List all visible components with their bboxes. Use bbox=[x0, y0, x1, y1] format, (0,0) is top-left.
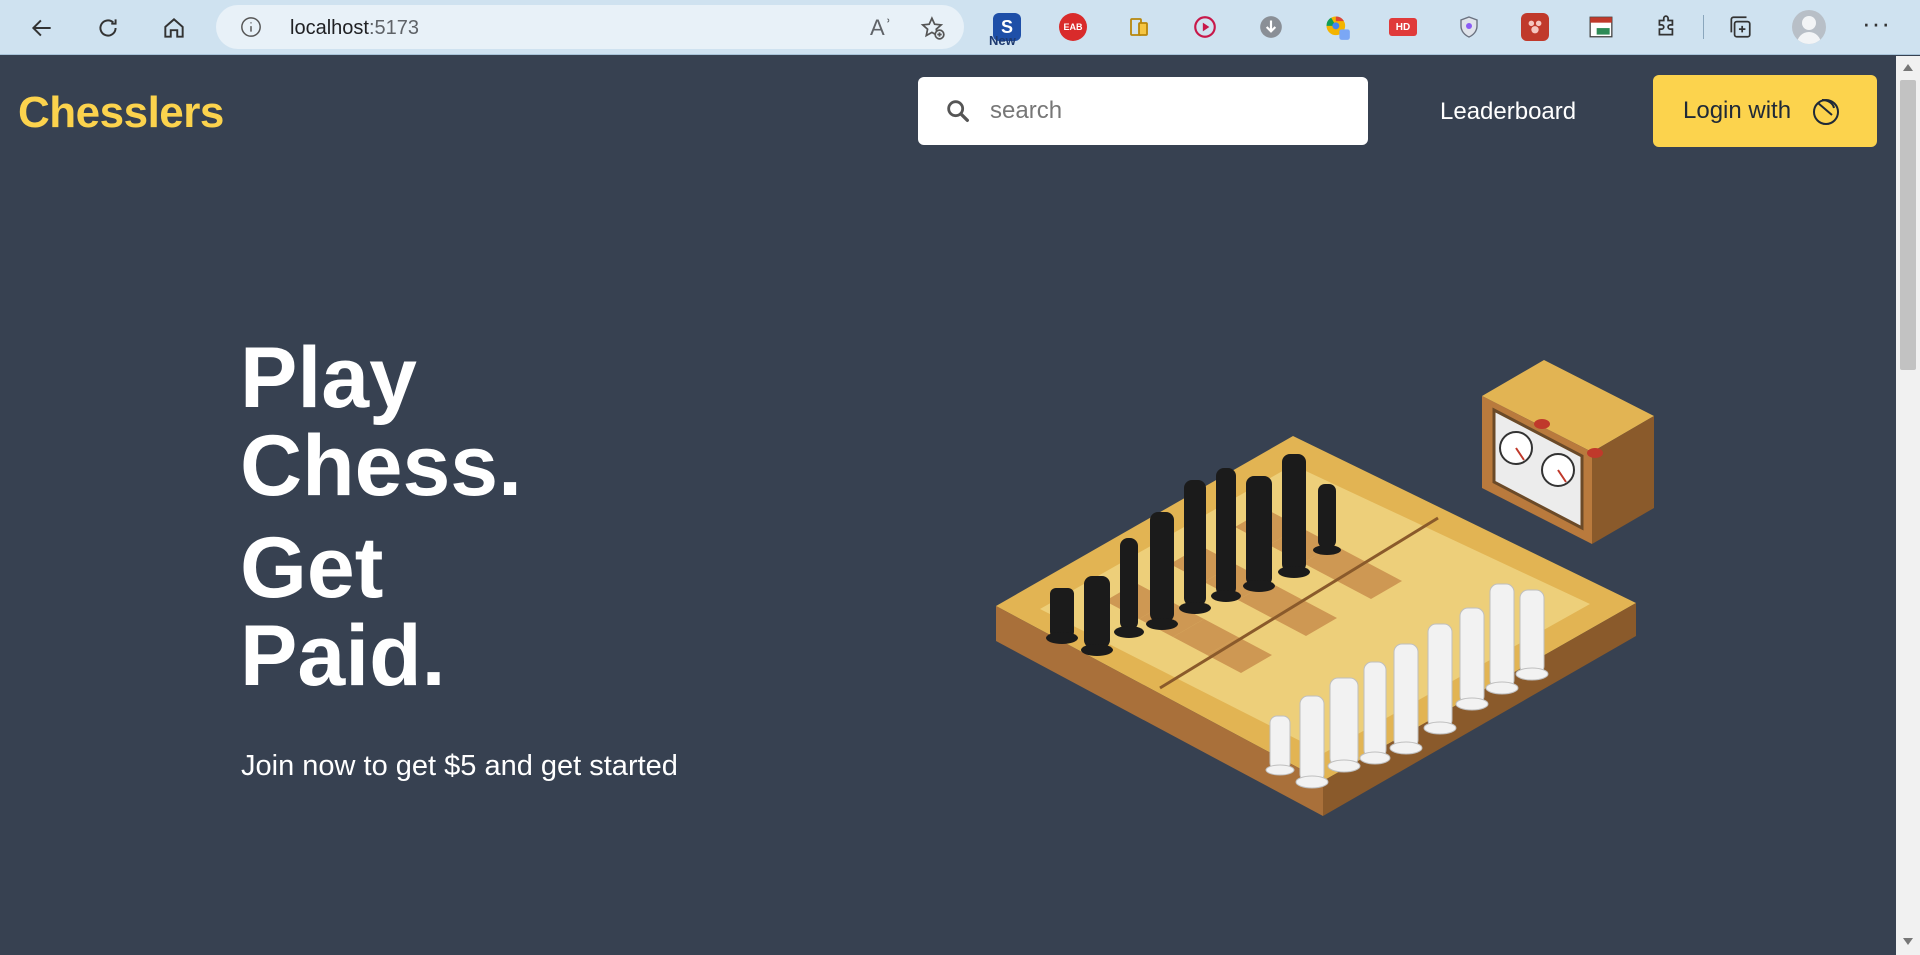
scrollbar-thumb[interactable] bbox=[1900, 80, 1916, 370]
url-host: localhost bbox=[290, 17, 369, 39]
wallet-logo-icon bbox=[1813, 99, 1840, 125]
search-input[interactable] bbox=[990, 91, 1350, 131]
extension-eab-icon[interactable]: EAB bbox=[1059, 13, 1087, 41]
extension-pattern-icon[interactable] bbox=[1521, 13, 1549, 41]
hero-subtitle: Join now to get $5 and get started bbox=[241, 750, 678, 782]
app-logo[interactable]: Chesslers bbox=[18, 88, 224, 138]
address-bar[interactable]: localhost:5173 Aʾ bbox=[216, 5, 964, 49]
read-aloud-icon[interactable]: Aʾ bbox=[870, 15, 892, 41]
search-box[interactable] bbox=[918, 77, 1368, 145]
refresh-button[interactable] bbox=[88, 8, 128, 48]
profile-avatar[interactable] bbox=[1792, 10, 1826, 44]
hero-line-chess: Chess. bbox=[240, 418, 523, 514]
site-info-icon[interactable] bbox=[240, 16, 262, 38]
scroll-down-icon[interactable] bbox=[1903, 938, 1913, 945]
login-button-label: Login with bbox=[1683, 97, 1792, 124]
hero-line-paid: Paid. bbox=[240, 608, 446, 704]
extension-phone-icon[interactable] bbox=[1125, 13, 1153, 41]
refresh-icon bbox=[99, 19, 117, 37]
extension-new-badge: New bbox=[989, 33, 1016, 48]
hero-title: Play Chess. Get Paid. bbox=[240, 334, 522, 700]
more-menu-icon[interactable]: ··· bbox=[1862, 8, 1891, 39]
browser-toolbar: localhost:5173 Aʾ S New EAB HD ··· bbox=[0, 0, 1920, 55]
chess-board-illustration bbox=[996, 360, 1654, 816]
collections-icon[interactable] bbox=[1726, 13, 1754, 41]
extension-shield-icon[interactable] bbox=[1455, 13, 1483, 41]
home-button[interactable] bbox=[154, 8, 194, 48]
hero-line-get: Get bbox=[240, 520, 384, 616]
extension-download-icon[interactable] bbox=[1257, 13, 1285, 41]
page-scrollbar[interactable] bbox=[1896, 56, 1920, 955]
back-arrow-icon bbox=[31, 19, 51, 37]
back-button[interactable] bbox=[22, 8, 62, 48]
search-icon bbox=[947, 100, 969, 122]
extensions-puzzle-icon[interactable] bbox=[1653, 13, 1681, 41]
scroll-up-icon[interactable] bbox=[1903, 64, 1913, 71]
leaderboard-link[interactable]: Leaderboard bbox=[1440, 98, 1576, 126]
extension-table-icon[interactable] bbox=[1587, 13, 1615, 41]
extension-color-icon[interactable] bbox=[1323, 13, 1351, 41]
extension-hd-icon[interactable]: HD bbox=[1389, 18, 1417, 36]
home-icon bbox=[164, 18, 184, 38]
app-page: Chesslers Leaderboard Login with Play Ch… bbox=[0, 56, 1896, 955]
url-port: :5173 bbox=[368, 17, 419, 39]
extension-video-icon[interactable] bbox=[1191, 13, 1219, 41]
toolbar-divider bbox=[1703, 15, 1704, 39]
login-button[interactable]: Login with bbox=[1653, 75, 1877, 147]
hero-line-play: Play bbox=[240, 330, 417, 426]
add-favorite-icon[interactable] bbox=[920, 15, 946, 41]
url-text: localhost:5173 bbox=[290, 17, 419, 40]
